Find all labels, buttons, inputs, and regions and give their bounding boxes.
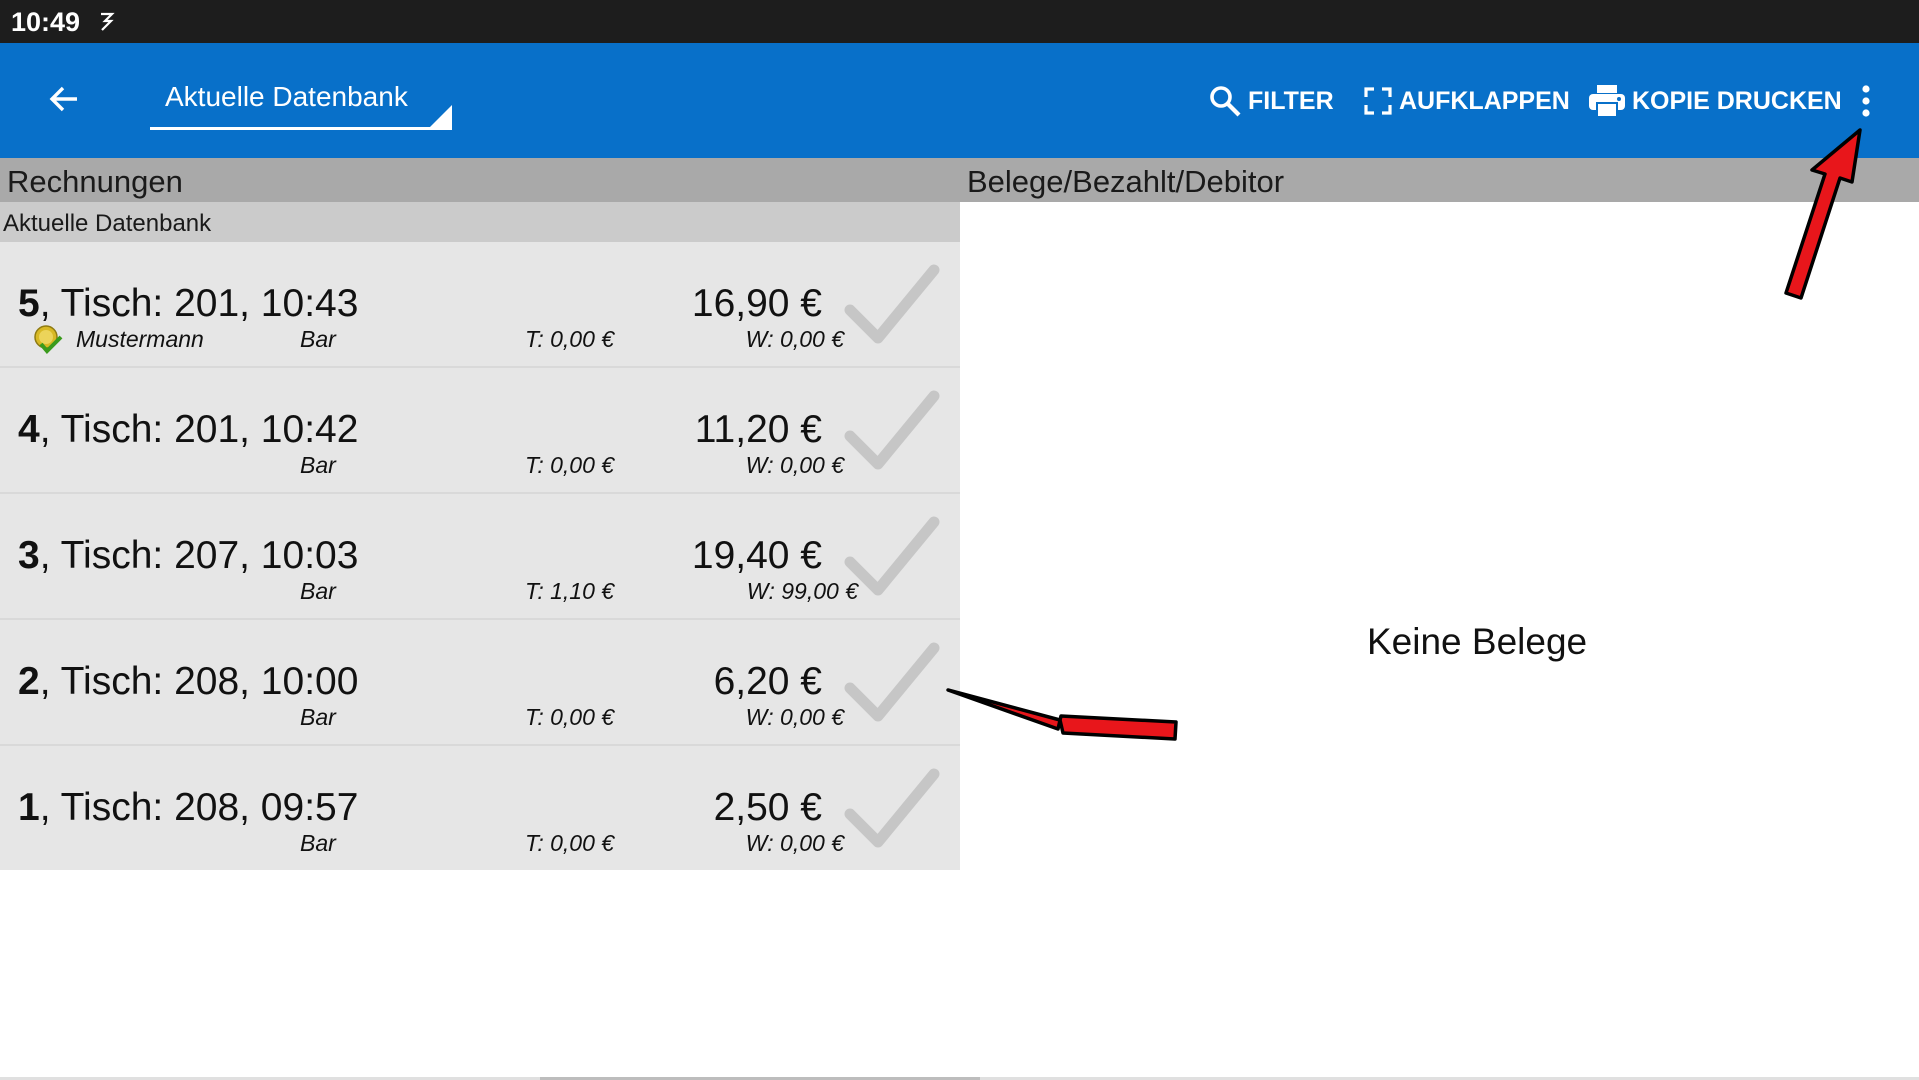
empty-receipts-message: Keine Belege	[1367, 621, 1588, 662]
invoice-payment: Bar	[300, 578, 336, 604]
invoice-number: 4	[18, 408, 40, 451]
paid-check-icon	[844, 390, 940, 470]
customer-coin-icon	[34, 325, 63, 354]
status-time: 10:49	[11, 7, 81, 37]
database-subheader-label: Aktuelle Datenbank	[3, 210, 212, 237]
paid-check-icon	[844, 516, 940, 596]
invoice-tip: T: 0,00 €	[525, 704, 615, 730]
invoice-tip: T: 0,00 €	[525, 326, 615, 352]
paid-check-icon	[844, 768, 940, 848]
receipts-header: Belege/Bezahlt/Debitor	[960, 158, 1919, 202]
toolbar: Aktuelle Datenbank FILTER AUFKLAPPEN KOP…	[0, 43, 1919, 158]
invoice-amount: 19,40 €	[691, 534, 822, 577]
invoice-row[interactable]: 4, Tisch: 201, 10:42 11,20 € Bar T: 0,00…	[0, 368, 960, 494]
invoice-table-time: , Tisch: 208, 09:57	[39, 786, 359, 829]
paid-check-icon	[844, 264, 940, 344]
invoices-header: Rechnungen	[0, 158, 960, 202]
arrow-left-icon[interactable]	[46, 81, 82, 117]
invoice-table-time: , Tisch: 201, 10:43	[39, 282, 359, 325]
database-spinner-value: Aktuelle Datenbank	[165, 81, 408, 112]
sync-icon	[101, 12, 115, 31]
invoice-title: 3, Tisch: 207, 10:03	[18, 534, 358, 578]
invoice-payment: Bar	[300, 326, 336, 352]
invoices-header-label: Rechnungen	[7, 164, 183, 199]
invoice-table-time: , Tisch: 207, 10:03	[39, 534, 359, 577]
expand-button-label: AUFKLAPPEN	[1399, 86, 1570, 115]
status-bar: 10:49	[0, 0, 1919, 43]
invoice-amount: 11,20 €	[694, 408, 822, 451]
search-icon	[1210, 86, 1241, 117]
invoice-number: 3	[18, 534, 40, 577]
invoice-number: 2	[18, 660, 40, 703]
invoice-amount: 2,50 €	[713, 786, 822, 829]
invoice-amount: 16,90 €	[691, 282, 822, 325]
invoice-payment: Bar	[300, 830, 336, 856]
invoice-title: 2, Tisch: 208, 10:00	[18, 660, 358, 704]
invoice-tip: T: 0,00 €	[525, 830, 615, 856]
expand-icon	[1364, 87, 1392, 115]
invoice-customer: Mustermann	[76, 326, 204, 352]
invoice-tip: T: 1,10 €	[525, 578, 615, 604]
print-copy-button[interactable]: KOPIE DRUCKEN	[1588, 79, 1842, 123]
invoice-title: 4, Tisch: 201, 10:42	[18, 408, 358, 452]
invoice-row[interactable]: 1, Tisch: 208, 09:57 2,50 € Bar T: 0,00 …	[0, 746, 960, 870]
invoice-received: W: 0,00 €	[745, 326, 844, 352]
filter-button-label: FILTER	[1248, 86, 1334, 115]
more-vertical-icon[interactable]	[1856, 81, 1876, 121]
spinner-triangle-icon	[430, 105, 452, 127]
invoice-payment: Bar	[300, 452, 336, 478]
invoice-list: 5, Tisch: 201, 10:43 16,90 € Mustermann …	[0, 242, 960, 870]
database-spinner[interactable]: Aktuelle Datenbank	[150, 63, 452, 130]
invoice-row[interactable]: 3, Tisch: 207, 10:03 19,40 € Bar T: 1,10…	[0, 494, 960, 620]
database-subheader: Aktuelle Datenbank	[0, 202, 960, 242]
expand-button[interactable]: AUFKLAPPEN	[1363, 79, 1570, 123]
invoice-received: W: 0,00 €	[745, 830, 844, 856]
paid-check-icon	[844, 642, 940, 722]
invoice-row[interactable]: 2, Tisch: 208, 10:00 6,20 € Bar T: 0,00 …	[0, 620, 960, 746]
invoice-title: 1, Tisch: 208, 09:57	[18, 786, 358, 830]
invoice-table-time: , Tisch: 201, 10:42	[39, 408, 359, 451]
filter-button[interactable]: FILTER	[1208, 79, 1334, 123]
invoice-tip: T: 0,00 €	[525, 452, 615, 478]
invoice-row[interactable]: 5, Tisch: 201, 10:43 16,90 € Mustermann …	[0, 242, 960, 368]
annotation-arrow-to-row	[946, 688, 1178, 741]
invoice-number: 5	[18, 282, 40, 325]
print-copy-button-label: KOPIE DRUCKEN	[1632, 86, 1842, 115]
receipts-header-label: Belege/Bezahlt/Debitor	[967, 164, 1285, 199]
invoice-number: 1	[18, 786, 40, 829]
invoice-amount: 6,20 €	[713, 660, 822, 703]
invoice-received: W: 0,00 €	[745, 452, 844, 478]
invoice-table-time: , Tisch: 208, 10:00	[39, 660, 359, 703]
invoice-title: 5, Tisch: 201, 10:43	[18, 282, 358, 326]
printer-icon	[1589, 85, 1625, 118]
invoice-received: W: 0,00 €	[745, 704, 844, 730]
invoice-payment: Bar	[300, 704, 336, 730]
